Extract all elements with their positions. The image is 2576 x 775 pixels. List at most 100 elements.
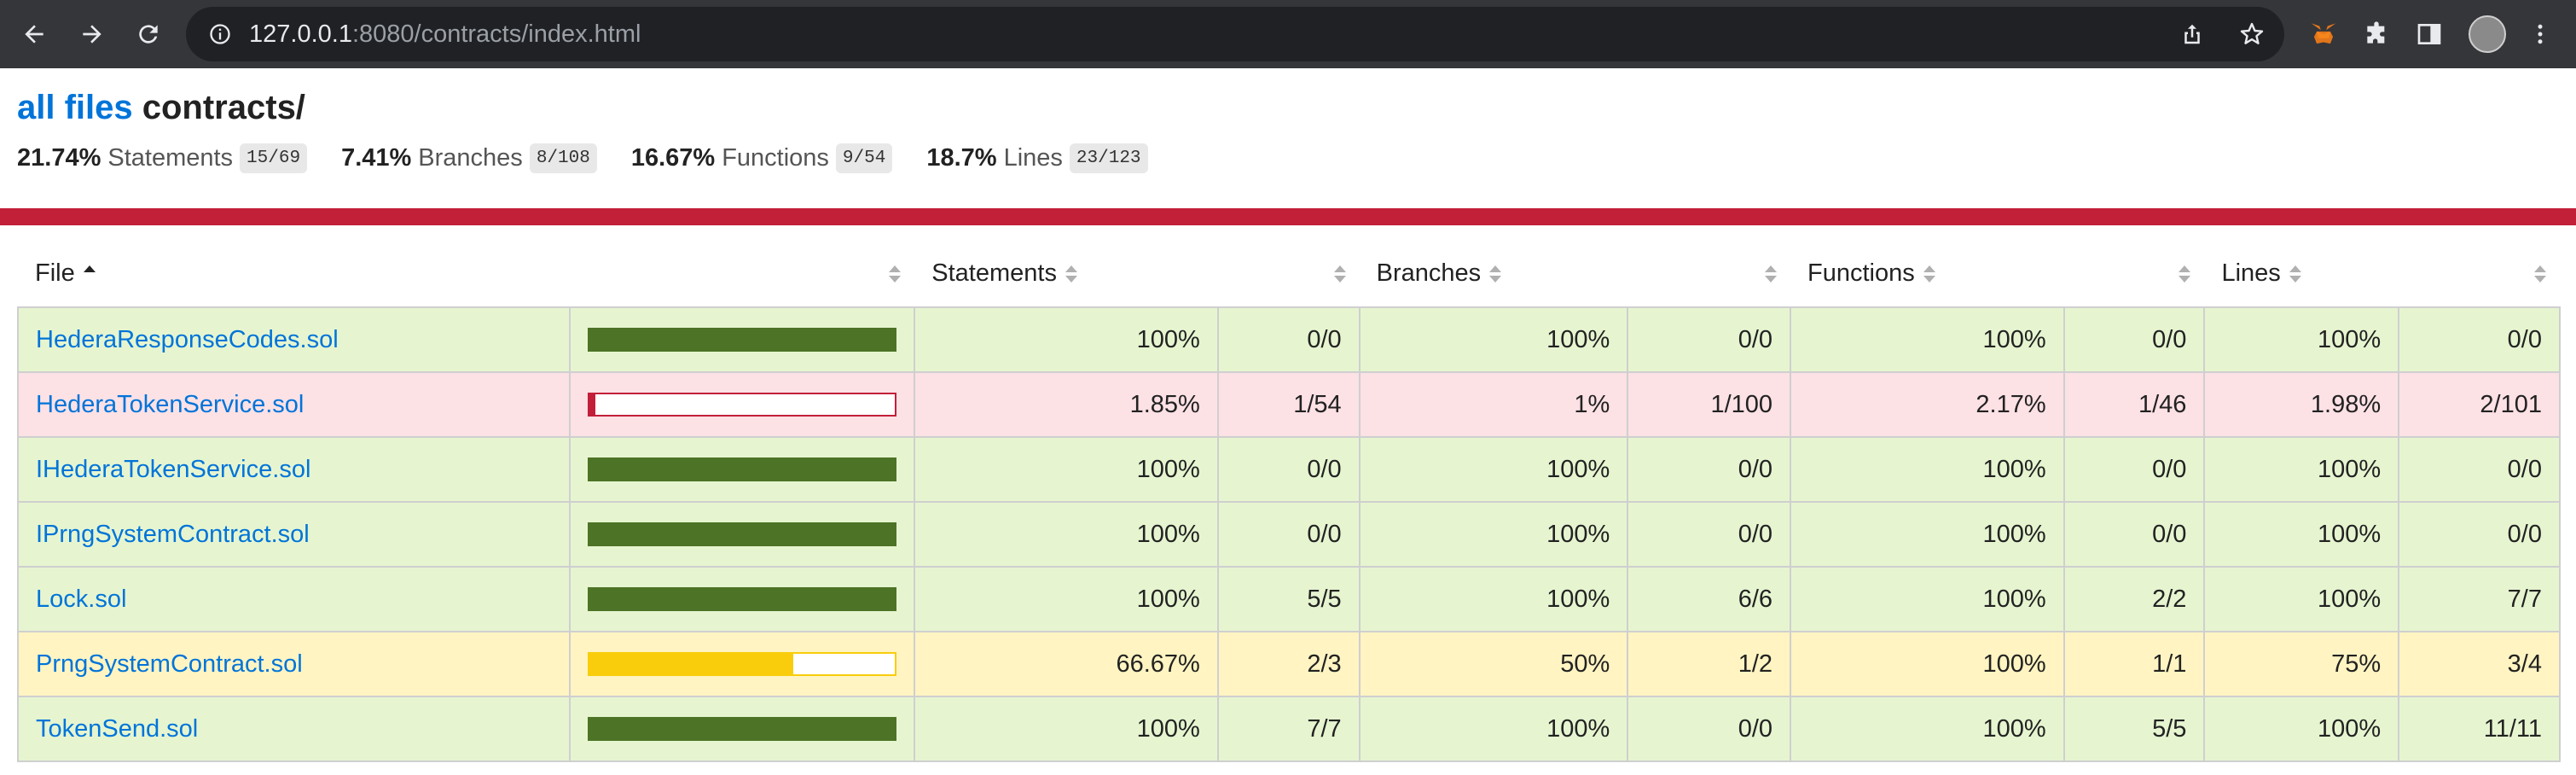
- file-cell: Lock.sol: [16, 566, 571, 632]
- coverage-bar-fill: [589, 329, 896, 350]
- header-statements-label: Statements: [931, 259, 1057, 287]
- coverage-summary: 21.74% Statements 15/69 7.41% Branches 8…: [17, 143, 1182, 173]
- header-functions[interactable]: Functions: [1790, 241, 2064, 307]
- back-icon[interactable]: [10, 10, 58, 58]
- coverage-bar: [588, 587, 897, 611]
- coverage-bar-fill: [589, 524, 896, 545]
- site-info-icon[interactable]: [203, 17, 237, 51]
- lines-fraction: 11/11: [2398, 696, 2561, 762]
- statements-pct: 100%: [914, 696, 1219, 762]
- statements-pct: 100%: [914, 501, 1219, 568]
- file-link[interactable]: Lock.sol: [36, 586, 126, 613]
- share-icon[interactable]: [2177, 19, 2208, 50]
- side-panel-icon[interactable]: [2405, 7, 2453, 61]
- table-header-row: File Statements Branches Functions Lines: [18, 241, 2560, 307]
- functions-pct: 100%: [1790, 436, 2065, 503]
- header-branches-raw[interactable]: [1627, 241, 1790, 307]
- summary-label: Functions: [722, 144, 829, 172]
- coverage-bar-cell: [569, 436, 916, 503]
- extensions-puzzle-icon[interactable]: [2353, 7, 2400, 61]
- coverage-bar-fill: [589, 459, 896, 480]
- coverage-bar-cell: [569, 566, 916, 632]
- header-statements[interactable]: Statements: [914, 241, 1218, 307]
- branches-pct: 100%: [1358, 566, 1629, 632]
- url-host: 127.0.0.1: [249, 20, 352, 48]
- branches-fraction: 1/2: [1627, 631, 1792, 697]
- lines-pct: 100%: [2203, 306, 2400, 373]
- functions-pct: 100%: [1790, 696, 2065, 762]
- summary-label: Statements: [107, 144, 234, 172]
- coverage-bar-fill: [589, 394, 595, 415]
- summary-branches: 7.41% Branches 8/108: [341, 143, 597, 173]
- file-cell: IHederaTokenService.sol: [16, 436, 571, 503]
- coverage-report: all files contracts/ 21.74% Statements 1…: [0, 68, 2576, 775]
- summary-functions: 16.67% Functions 9/54: [631, 143, 893, 173]
- statements-fraction: 2/3: [1216, 631, 1361, 697]
- file-link[interactable]: HederaTokenService.sol: [36, 391, 304, 418]
- coverage-bar-fill: [589, 654, 793, 674]
- header-branches[interactable]: Branches: [1360, 241, 1628, 307]
- file-cell: TokenSend.sol: [16, 696, 571, 762]
- branches-fraction: 6/6: [1627, 566, 1792, 632]
- branches-pct: 50%: [1358, 631, 1629, 697]
- address-bar[interactable]: 127.0.0.1:8080/contracts/index.html: [186, 7, 2284, 61]
- summary-lines: 18.7% Lines 23/123: [926, 143, 1148, 173]
- bookmark-star-icon[interactable]: [2237, 19, 2267, 50]
- sort-icon: [2179, 265, 2191, 283]
- file-link[interactable]: PrngSystemContract.sol: [36, 650, 303, 678]
- forward-icon[interactable]: [68, 10, 116, 58]
- summary-pct: 7.41%: [341, 144, 412, 172]
- file-cell: IPrngSystemContract.sol: [16, 501, 571, 568]
- menu-kebab-icon[interactable]: [2516, 7, 2564, 61]
- branches-pct: 100%: [1358, 696, 1629, 762]
- lines-pct: 100%: [2203, 696, 2400, 762]
- file-link[interactable]: TokenSend.sol: [36, 715, 198, 743]
- branches-pct: 1%: [1358, 371, 1629, 438]
- metamask-fox-icon[interactable]: [2300, 7, 2347, 61]
- file-link[interactable]: IPrngSystemContract.sol: [36, 521, 310, 548]
- functions-pct: 100%: [1790, 566, 2065, 632]
- statements-fraction: 0/0: [1216, 306, 1361, 373]
- statements-fraction: 1/54: [1216, 371, 1361, 438]
- status-bar: [0, 208, 2576, 225]
- header-lines-raw[interactable]: [2399, 241, 2560, 307]
- summary-pct: 21.74%: [17, 144, 102, 172]
- table-row: IPrngSystemContract.sol 100% 0/0 100% 0/0 100…: [16, 501, 2561, 568]
- avatar[interactable]: [2463, 7, 2511, 61]
- lines-fraction: 7/7: [2398, 566, 2561, 632]
- functions-fraction: 2/2: [2063, 566, 2206, 632]
- branches-fraction: 1/100: [1627, 371, 1792, 438]
- coverage-bar-cell: [569, 696, 916, 762]
- sort-icon: [2289, 265, 2301, 283]
- header-functions-raw[interactable]: [2064, 241, 2205, 307]
- lines-pct: 75%: [2203, 631, 2400, 697]
- header-file-bar[interactable]: [570, 241, 914, 307]
- header-statements-raw[interactable]: [1218, 241, 1360, 307]
- lines-pct: 100%: [2203, 566, 2400, 632]
- statements-pct: 100%: [914, 306, 1219, 373]
- address-url[interactable]: 127.0.0.1:8080/contracts/index.html: [249, 20, 641, 49]
- coverage-bar-cell: [569, 501, 916, 568]
- functions-pct: 2.17%: [1790, 371, 2065, 438]
- statements-fraction: 5/5: [1216, 566, 1361, 632]
- branches-pct: 100%: [1358, 436, 1629, 503]
- header-file[interactable]: File: [18, 241, 570, 307]
- all-files-link[interactable]: all files: [17, 89, 133, 126]
- table-row: Lock.sol 100% 5/5 100% 6/6 100% 2/2 100% 7/7: [16, 566, 2561, 632]
- table-row: HederaTokenService.sol 1.85% 1/54 1% 1/100 2.…: [16, 371, 2561, 438]
- header-lines[interactable]: Lines: [2204, 241, 2399, 307]
- coverage-table: File Statements Branches Functions Lines…: [16, 241, 2561, 762]
- branches-fraction: 0/0: [1627, 501, 1792, 568]
- branches-pct: 100%: [1358, 501, 1629, 568]
- coverage-bar: [588, 522, 897, 546]
- file-link[interactable]: HederaResponseCodes.sol: [36, 326, 339, 353]
- statements-pct: 1.85%: [914, 371, 1219, 438]
- lines-fraction: 0/0: [2398, 306, 2561, 373]
- lines-fraction: 3/4: [2398, 631, 2561, 697]
- reload-icon[interactable]: [125, 10, 172, 58]
- statements-pct: 66.67%: [914, 631, 1219, 697]
- file-link[interactable]: IHederaTokenService.sol: [36, 456, 310, 483]
- summary-label: Branches: [418, 144, 523, 172]
- summary-fraction: 8/108: [529, 143, 597, 173]
- header-functions-label: Functions: [1807, 259, 1915, 287]
